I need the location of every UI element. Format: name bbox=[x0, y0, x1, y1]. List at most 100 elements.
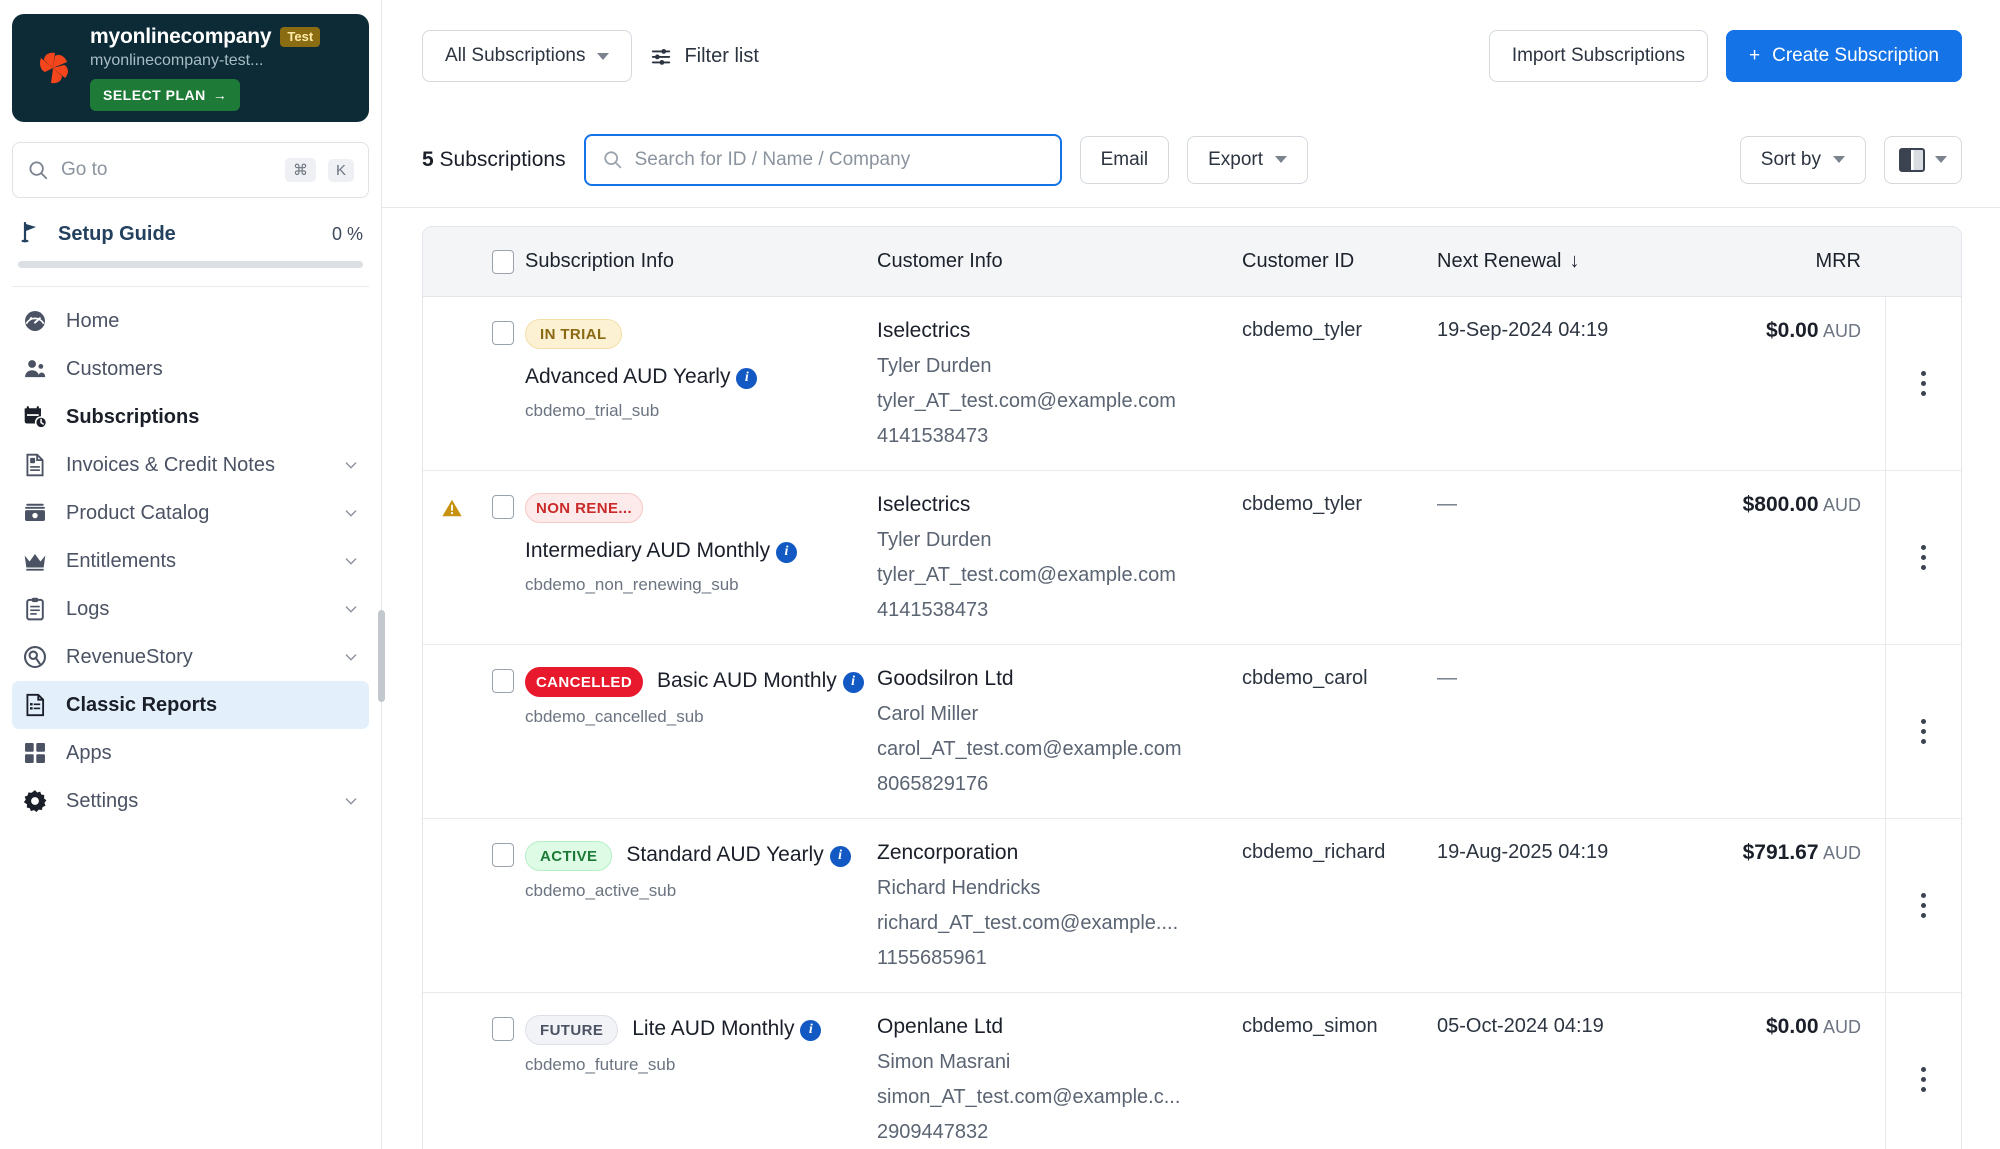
plan-name-text: Standard AUD Yearly bbox=[626, 843, 823, 866]
row-checkbox[interactable] bbox=[492, 321, 514, 345]
sidebar-item-label: Customers bbox=[66, 358, 359, 381]
info-icon[interactable]: i bbox=[843, 672, 864, 693]
sidebar-item-classic-reports[interactable]: Classic Reports bbox=[12, 681, 369, 729]
cell-customer-id: cbdemo_richard bbox=[1242, 819, 1437, 992]
sort-by-dropdown[interactable]: Sort by bbox=[1740, 136, 1866, 184]
next-renewal-value: — bbox=[1437, 493, 1457, 515]
header-customer-id[interactable]: Customer ID bbox=[1242, 250, 1437, 273]
app-root: myonlinecompany Test myonlinecompany-tes… bbox=[0, 0, 2000, 1149]
chevron-down-icon bbox=[1275, 156, 1287, 163]
sidebar-item-apps[interactable]: Apps bbox=[12, 729, 369, 777]
table-row[interactable]: FUTURELite AUD Monthly icbdemo_future_su… bbox=[423, 993, 1961, 1149]
select-plan-button[interactable]: SELECT PLAN → bbox=[90, 79, 240, 111]
warning-icon[interactable] bbox=[440, 497, 464, 519]
info-icon[interactable]: i bbox=[736, 368, 757, 389]
row-actions-menu[interactable] bbox=[1913, 885, 1934, 926]
sidebar-item-product-catalog[interactable]: Product Catalog bbox=[12, 489, 369, 537]
info-icon[interactable]: i bbox=[800, 1020, 821, 1041]
sidebar-item-settings[interactable]: Settings bbox=[12, 777, 369, 825]
row-actions-menu[interactable] bbox=[1913, 363, 1934, 404]
header-next-renewal-label: Next Renewal bbox=[1437, 250, 1562, 273]
export-dropdown-button[interactable]: Export bbox=[1187, 136, 1308, 184]
customer-company[interactable]: Openlane Ltd bbox=[877, 1015, 1230, 1039]
table-row[interactable]: ACTIVEStandard AUD Yearly icbdemo_active… bbox=[423, 819, 1961, 993]
plan-name[interactable]: Lite AUD Monthly i bbox=[632, 1015, 821, 1043]
env-badge: Test bbox=[280, 27, 320, 47]
table-row[interactable]: IN TRIALAdvanced AUD Yearly icbdemo_tria… bbox=[423, 297, 1961, 471]
customer-company[interactable]: Goodsilron Ltd bbox=[877, 667, 1230, 691]
customer-company[interactable]: Iselectrics bbox=[877, 493, 1230, 517]
sidebar-item-customers[interactable]: Customers bbox=[12, 345, 369, 393]
column-settings-button[interactable] bbox=[1884, 136, 1962, 184]
sort-by-label: Sort by bbox=[1761, 149, 1821, 171]
import-subscriptions-button[interactable]: Import Subscriptions bbox=[1489, 30, 1708, 82]
info-icon[interactable]: i bbox=[830, 846, 851, 867]
report-icon bbox=[22, 692, 48, 718]
mrr-value: $800.00 bbox=[1743, 493, 1819, 516]
email-label: Email bbox=[1101, 149, 1149, 171]
header-next-renewal[interactable]: Next Renewal ↓ bbox=[1437, 250, 1692, 273]
next-renewal-value: — bbox=[1437, 667, 1457, 689]
customer-id-value[interactable]: cbdemo_simon bbox=[1242, 1015, 1378, 1037]
row-checkbox[interactable] bbox=[492, 669, 514, 693]
search-input[interactable]: Search for ID / Name / Company bbox=[584, 134, 1062, 186]
customer-company[interactable]: Zencorporation bbox=[877, 841, 1230, 865]
row-select-cell bbox=[481, 993, 525, 1149]
row-checkbox[interactable] bbox=[492, 495, 514, 519]
sidebar-item-home[interactable]: Home bbox=[12, 297, 369, 345]
row-checkbox[interactable] bbox=[492, 1017, 514, 1041]
revenuestory-icon bbox=[22, 644, 48, 670]
view-selector-dropdown[interactable]: All Subscriptions bbox=[422, 30, 632, 82]
sidebar-scrollbar[interactable] bbox=[378, 610, 385, 702]
sidebar-divider bbox=[12, 286, 369, 287]
sidebar-item-invoices-credit-notes[interactable]: Invoices & Credit Notes bbox=[12, 441, 369, 489]
mrr-value: $0.00 bbox=[1766, 319, 1819, 342]
table-row[interactable]: CANCELLEDBasic AUD Monthly icbdemo_cance… bbox=[423, 645, 1961, 819]
header-mrr[interactable]: MRR bbox=[1692, 250, 1885, 273]
customer-id-value[interactable]: cbdemo_richard bbox=[1242, 841, 1385, 863]
plan-name-text: Advanced AUD Yearly bbox=[525, 365, 730, 388]
row-actions-menu[interactable] bbox=[1913, 1059, 1934, 1100]
create-subscription-button[interactable]: + Create Subscription bbox=[1726, 30, 1962, 82]
header-subscription-info[interactable]: Subscription Info bbox=[525, 250, 877, 273]
header-customer-info[interactable]: Customer Info bbox=[877, 250, 1242, 273]
customer-id-value[interactable]: cbdemo_tyler bbox=[1242, 319, 1362, 341]
sidebar-item-entitlements[interactable]: Entitlements bbox=[12, 537, 369, 585]
calendar-clock-icon bbox=[22, 404, 48, 430]
cell-customer-id: cbdemo_carol bbox=[1242, 645, 1437, 818]
plan-name[interactable]: Basic AUD Monthly i bbox=[657, 667, 864, 695]
email-button[interactable]: Email bbox=[1080, 136, 1170, 184]
sidebar-item-subscriptions[interactable]: Subscriptions bbox=[12, 393, 369, 441]
plan-name[interactable]: Intermediary AUD Monthly i bbox=[525, 537, 797, 565]
customer-id-value[interactable]: cbdemo_tyler bbox=[1242, 493, 1362, 515]
setup-guide-section[interactable]: Setup Guide 0 % bbox=[12, 220, 369, 268]
next-renewal-value: 19-Aug-2025 04:19 bbox=[1437, 841, 1608, 863]
row-actions-menu[interactable] bbox=[1913, 711, 1934, 752]
sidebar-item-logs[interactable]: Logs bbox=[12, 585, 369, 633]
cell-next-renewal: — bbox=[1437, 471, 1692, 644]
table-row[interactable]: NON RENE... Intermediary AUD Monthly i cbd… bbox=[423, 471, 1961, 645]
customer-company[interactable]: Iselectrics bbox=[877, 319, 1230, 343]
customer-contact-name: Simon Masrani bbox=[877, 1051, 1230, 1074]
select-all-checkbox[interactable] bbox=[492, 250, 514, 274]
mrr-currency: AUD bbox=[1823, 495, 1861, 515]
filter-icon bbox=[650, 45, 672, 67]
crown-icon bbox=[22, 548, 48, 574]
row-warning-cell bbox=[423, 645, 481, 818]
mrr-value: $0.00 bbox=[1766, 1015, 1819, 1038]
org-card[interactable]: myonlinecompany Test myonlinecompany-tes… bbox=[12, 14, 369, 122]
status-badge: NON RENE... bbox=[525, 493, 643, 523]
cell-mrr: $800.00 AUD bbox=[1692, 471, 1885, 644]
info-icon[interactable]: i bbox=[776, 542, 797, 563]
plan-name[interactable]: Advanced AUD Yearly i bbox=[525, 363, 757, 391]
cell-row-actions bbox=[1885, 471, 1961, 644]
row-actions-menu[interactable] bbox=[1913, 537, 1934, 578]
status-badge: CANCELLED bbox=[525, 667, 643, 697]
row-checkbox[interactable] bbox=[492, 843, 514, 867]
goto-search-input[interactable]: Go to ⌘ K bbox=[12, 142, 369, 198]
customer-id-value[interactable]: cbdemo_carol bbox=[1242, 667, 1368, 689]
sidebar-item-revenuestory[interactable]: RevenueStory bbox=[12, 633, 369, 681]
plan-name[interactable]: Standard AUD Yearly i bbox=[626, 841, 850, 869]
filter-list-button[interactable]: Filter list bbox=[650, 45, 758, 68]
sidebar-item-label: Logs bbox=[66, 598, 325, 621]
